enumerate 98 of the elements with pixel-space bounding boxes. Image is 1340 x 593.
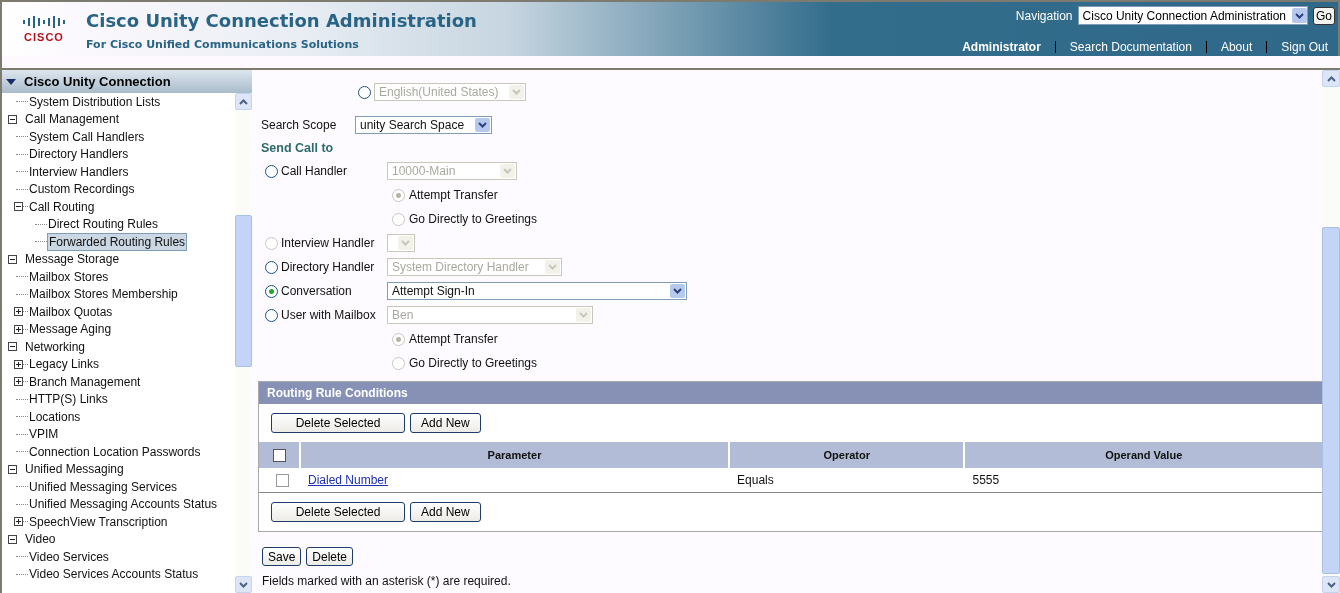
header-link[interactable]: Sign Out (1266, 41, 1328, 53)
tree-item[interactable]: Unified Messaging Accounts Status (28, 497, 219, 512)
column-header: Operator (729, 442, 965, 468)
field-label: Search Scope (261, 118, 338, 132)
search-scope-select[interactable]: unity Search Space (355, 116, 492, 134)
tree-item[interactable]: Branch Management (28, 374, 142, 389)
tree-item[interactable]: Legacy Links (28, 357, 101, 372)
navigation-select[interactable]: Cisco Unity Connection Administration (1077, 6, 1308, 25)
tree-item[interactable]: Custom Recordings (28, 182, 136, 197)
tree-toggle-icon[interactable] (8, 464, 17, 474)
action-button[interactable]: Add New (410, 413, 481, 433)
header-link[interactable]: About (1205, 41, 1267, 53)
caret-icon (1326, 75, 1336, 82)
tree-toggle-icon[interactable] (14, 359, 23, 369)
tree-item[interactable]: Video (24, 532, 57, 547)
caret-icon (239, 581, 248, 588)
panel-title: Routing Rule Conditions (259, 382, 1322, 404)
radio-label: Interview Handler (281, 236, 375, 250)
tree-item[interactable]: Locations (28, 409, 82, 424)
scroll-down-button[interactable] (1322, 576, 1340, 593)
tree-toggle-icon[interactable] (8, 254, 17, 264)
radio-label: Directory Handler (281, 260, 375, 274)
tree-item[interactable]: Networking (24, 339, 87, 354)
required-note: Fields marked with an asterisk (*) are required. (262, 574, 512, 588)
collapse-triangle-icon (6, 77, 16, 86)
tree-toggle-icon[interactable] (14, 377, 23, 387)
tree-item[interactable]: Call Routing (28, 199, 96, 214)
scroll-thumb[interactable] (235, 215, 252, 367)
scroll-thumb[interactable] (1322, 227, 1340, 574)
sidebar-header[interactable]: Cisco Unity Connection (2, 70, 252, 93)
scrollbar[interactable] (235, 93, 252, 593)
header-link[interactable]: Search Documentation (1054, 41, 1206, 53)
tree-item[interactable]: Connection Location Passwords (28, 444, 202, 459)
logo-bars-icon (22, 15, 66, 29)
tree-item[interactable]: System Distribution Lists (28, 94, 162, 109)
tree-item[interactable]: Direct Routing Rules (47, 217, 160, 232)
action-button[interactable]: Add New (410, 502, 481, 522)
tree-toggle-icon[interactable] (14, 307, 23, 317)
handler-select[interactable]: Attempt Sign-In (387, 282, 687, 300)
tree-item[interactable]: Mailbox Stores Membership (28, 287, 179, 302)
tree-toggle-icon[interactable] (8, 114, 17, 124)
tree-item[interactable]: System Call Handlers (28, 129, 146, 144)
radio-label: Conversation (281, 284, 352, 298)
tree-item[interactable]: Mailbox Quotas (28, 304, 114, 319)
tree-item[interactable]: HTTP(S) Links (28, 392, 109, 407)
app-title: Cisco Unity Connection Administration (86, 10, 477, 31)
app-subtitle: For Cisco Unified Communications Solutions (86, 38, 360, 51)
scroll-down-button[interactable] (235, 576, 252, 593)
radio-button[interactable] (265, 260, 278, 274)
tree-item[interactable]: Message Storage (24, 252, 121, 267)
action-button[interactable]: Delete Selected (271, 413, 405, 433)
action-button[interactable]: Delete (306, 547, 354, 566)
tree-item[interactable]: Interview Handlers (28, 164, 130, 179)
row-checkbox[interactable] (275, 474, 289, 488)
scroll-up-button[interactable] (235, 93, 252, 110)
tree-item[interactable]: Call Management (24, 112, 121, 127)
tree-toggle-icon[interactable] (14, 517, 23, 527)
column-header: Parameter (300, 442, 730, 468)
radio-button[interactable] (265, 164, 278, 178)
tree-toggle-icon[interactable] (8, 342, 17, 352)
scrollbar[interactable] (1322, 70, 1340, 593)
tree-item[interactable]: Video Services Accounts Status (28, 567, 200, 582)
radio-label: Attempt Transfer (409, 332, 498, 346)
section-heading: Send Call to (261, 141, 335, 157)
tree-item[interactable]: Message Aging (28, 322, 113, 337)
tree-item[interactable]: Unified Messaging Services (28, 479, 179, 494)
navigation-label: Navigation (1015, 8, 1073, 23)
action-button[interactable]: Delete Selected (271, 502, 405, 522)
scroll-up-button[interactable] (1322, 70, 1340, 87)
radio-button[interactable] (358, 85, 371, 99)
radio-label: Attempt Transfer (409, 188, 498, 202)
table-cell: Equals (729, 468, 965, 493)
radio-button[interactable] (265, 308, 278, 322)
tree-toggle-icon[interactable] (8, 534, 17, 544)
radio-button[interactable] (265, 284, 278, 298)
tree-item[interactable]: Directory Handlers (28, 147, 130, 162)
tree-item[interactable]: Forwarded Routing Rules (47, 232, 188, 251)
radio-label: Go Directly to Greetings (409, 212, 538, 226)
caret-icon (1326, 581, 1336, 588)
go-button[interactable]: Go (1313, 6, 1335, 25)
header-link[interactable]: Administrator (962, 41, 1055, 53)
tree-item[interactable]: Video Services (28, 549, 110, 564)
radio-label: Call Handler (281, 164, 348, 178)
radio-label: Go Directly to Greetings (409, 356, 538, 370)
tree-toggle-icon[interactable] (14, 324, 23, 334)
action-button[interactable]: Save (262, 547, 302, 566)
tree-item[interactable]: SpeechView Transcription (28, 514, 169, 529)
column-header: Operand Value (964, 442, 1322, 468)
logo-text: CISCO (24, 31, 64, 43)
tree-toggle-icon[interactable] (14, 202, 23, 212)
table-cell: 5555 (964, 468, 1322, 493)
radio-label: User with Mailbox (281, 308, 376, 322)
parameter-link[interactable]: Dialed Number (308, 473, 389, 487)
tree-item[interactable]: Unified Messaging (24, 462, 125, 477)
tree-item[interactable]: Mailbox Stores (28, 269, 110, 284)
tree-item[interactable]: VPIM (28, 427, 60, 442)
select-all-checkbox[interactable] (272, 448, 286, 462)
caret-icon (239, 98, 248, 105)
